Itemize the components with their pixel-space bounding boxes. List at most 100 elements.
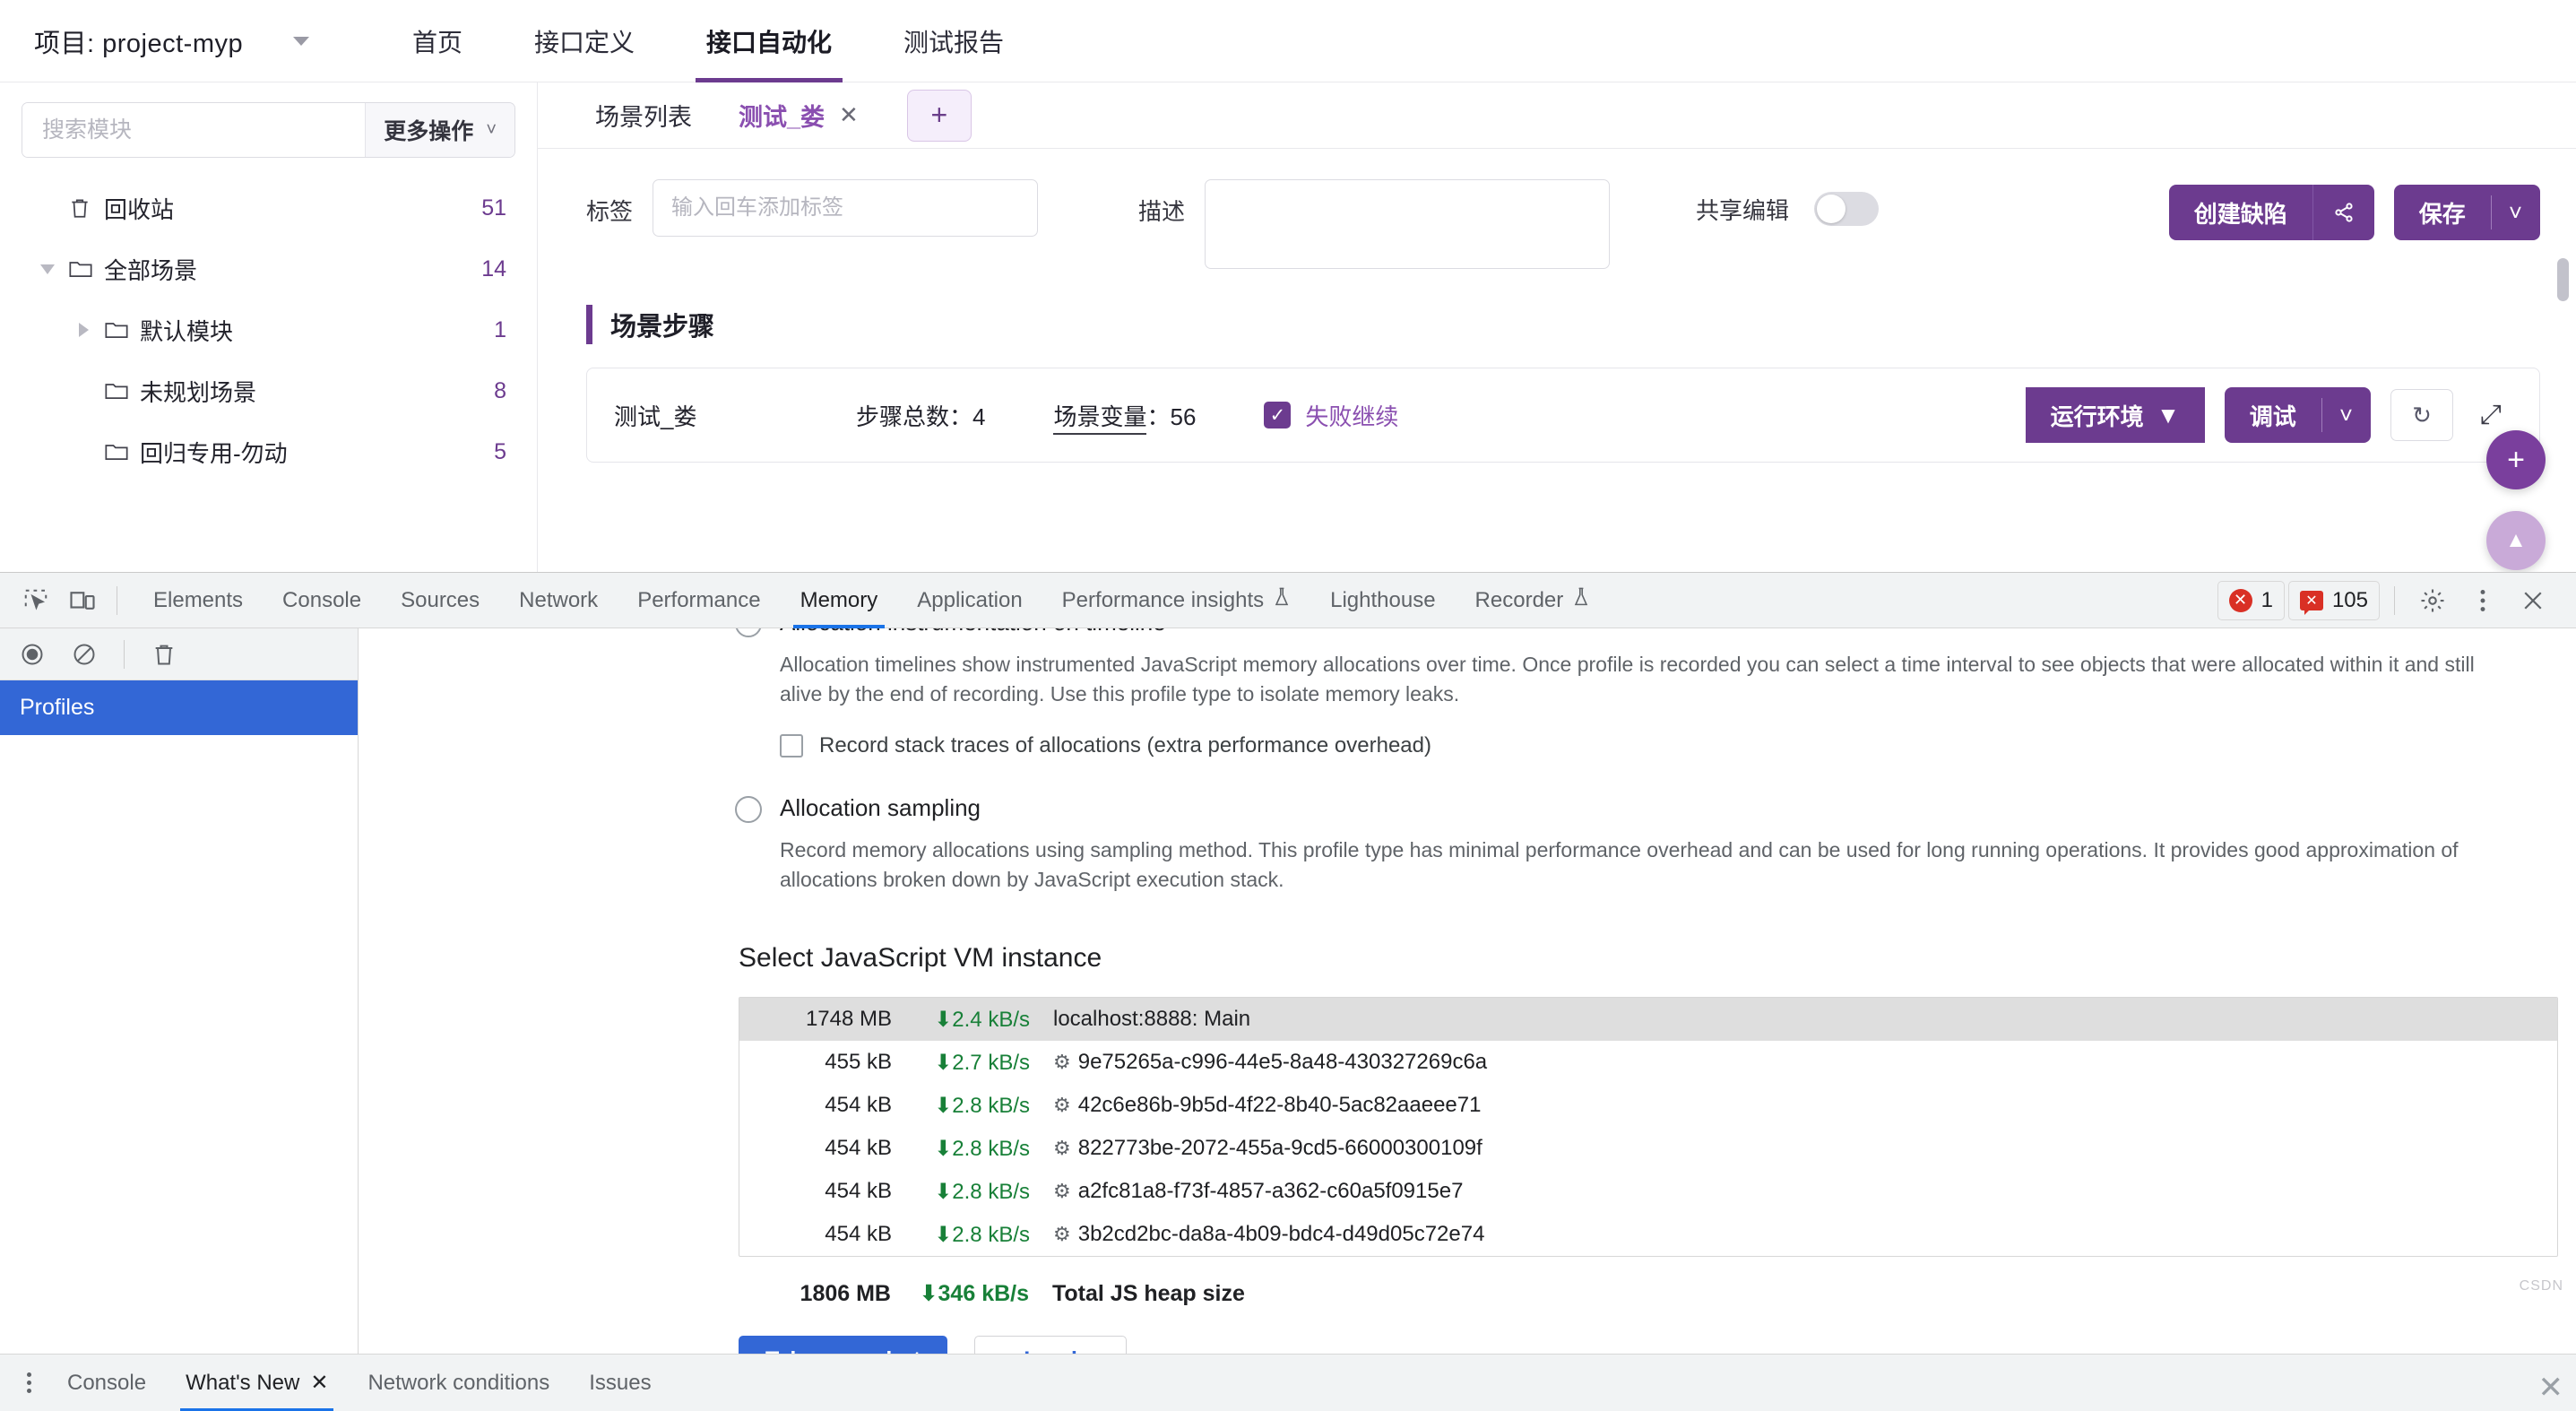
- run-environment-button[interactable]: 运行环境 ▼: [2025, 387, 2205, 443]
- device-toolbar-icon[interactable]: [59, 577, 106, 624]
- warning-count-badge[interactable]: ✕ 105: [2287, 580, 2380, 620]
- tab-console[interactable]: Console: [263, 573, 381, 628]
- more-operations-button[interactable]: 更多操作 ˅: [365, 103, 514, 157]
- nav-tab-label: 接口自动化: [706, 28, 833, 56]
- scenario-form: 标签 描述 共享编辑: [538, 149, 2576, 269]
- more-vertical-icon[interactable]: [2459, 577, 2506, 624]
- table-row[interactable]: 1748 MB ⬇2.4 kB/s localhost:8888: Main: [739, 998, 2557, 1042]
- tab-label: Sources: [401, 587, 480, 612]
- table-row[interactable]: 455 kB ⬇2.7 kB/s ⚙ 9e75265a-c996-44e5-8a4…: [739, 1041, 2557, 1084]
- nav-tab-home[interactable]: 首页: [376, 0, 498, 82]
- vm-rate: ⬇2.4 kB/s: [934, 1007, 1030, 1032]
- debug-dropdown-button[interactable]: ˅: [2321, 387, 2371, 443]
- shared-edit-toggle[interactable]: [1814, 192, 1880, 226]
- close-icon[interactable]: ✕: [310, 1370, 328, 1396]
- no-entry-icon[interactable]: [61, 631, 108, 678]
- drawer-tab-whats-new[interactable]: What's New ✕: [166, 1355, 348, 1411]
- gear-icon[interactable]: [2409, 577, 2456, 624]
- vm-name-value: 9e75265a-c996-44e5-8a48-430327269c6a: [1077, 1050, 1488, 1075]
- drawer-tab-console[interactable]: Console: [48, 1355, 166, 1411]
- tree-item-all-scenarios[interactable]: 全部场景 14: [0, 238, 537, 299]
- save-button[interactable]: 保存: [2393, 185, 2491, 240]
- description-textarea[interactable]: [1205, 179, 1611, 269]
- devtools-drawer: Console What's New ✕ Network conditions …: [0, 1354, 2576, 1411]
- error-count-badge[interactable]: ✕ 1: [2217, 580, 2285, 620]
- chevron-down-icon[interactable]: [293, 36, 310, 46]
- tab-scenario-detail[interactable]: 测试_娄 ✕: [715, 82, 882, 149]
- tab-lighthouse[interactable]: Lighthouse: [1310, 573, 1455, 628]
- table-row[interactable]: 454 kB ⬇2.8 kB/s ⚙ a2fc81a8-f73f-4857-a36…: [739, 1170, 2557, 1213]
- arrow-slot[interactable]: [63, 323, 104, 337]
- vm-rate: ⬇2.8 kB/s: [934, 1093, 1030, 1118]
- add-tab-button[interactable]: +: [906, 89, 972, 142]
- tab-recorder[interactable]: Recorder: [1456, 573, 1611, 628]
- project-name: 项目: project-myp: [34, 29, 244, 58]
- vm-size: 454 kB: [825, 1093, 892, 1118]
- load-button[interactable]: Load: [974, 1336, 1127, 1354]
- table-row[interactable]: 454 kB ⬇2.8 kB/s ⚙ 3b2cd2bc-da8a-4b09-bdc…: [739, 1213, 2557, 1256]
- table-row[interactable]: 454 kB ⬇2.8 kB/s ⚙ 42c6e86b-9b5d-4f22-8b4…: [739, 1084, 2557, 1127]
- tab-label: Performance insights: [1061, 587, 1265, 612]
- total-rate: ⬇346 kB/s: [919, 1281, 1029, 1307]
- table-row[interactable]: 454 kB ⬇2.8 kB/s ⚙ 822773be-2072-455a-9cd…: [739, 1127, 2557, 1170]
- record-icon[interactable]: [9, 631, 56, 678]
- trash-icon: [68, 195, 104, 221]
- toggle-knob: [1817, 195, 1846, 223]
- vm-size: 455 kB: [825, 1050, 892, 1075]
- add-step-fab[interactable]: +: [2486, 430, 2546, 489]
- drawer-tab-network-conditions[interactable]: Network conditions: [348, 1355, 569, 1411]
- scrollbar-thumb[interactable]: [2557, 258, 2569, 301]
- expand-icon[interactable]: ⤢: [2473, 400, 2509, 430]
- more-vertical-icon[interactable]: [11, 1372, 48, 1393]
- trash-icon[interactable]: [141, 631, 187, 678]
- scroll-to-top-fab[interactable]: ▲: [2486, 511, 2546, 570]
- refresh-icon[interactable]: ↻: [2390, 389, 2453, 441]
- tab-performance-insights[interactable]: Performance insights: [1042, 573, 1310, 628]
- tab-memory[interactable]: Memory: [781, 573, 898, 628]
- sidebar-item-profiles[interactable]: Profiles: [0, 680, 358, 735]
- tree-item-regression-only[interactable]: 回归专用-勿动 5: [0, 421, 537, 482]
- gear-icon: ⚙: [1053, 1094, 1071, 1117]
- continue-on-fail-checkbox[interactable]: ✓ 失败继续: [1264, 399, 1398, 432]
- tab-network[interactable]: Network: [499, 573, 618, 628]
- tag-input[interactable]: [653, 179, 1039, 237]
- tab-elements[interactable]: Elements: [134, 573, 263, 628]
- tab-label: Network conditions: [367, 1370, 550, 1395]
- nav-tab-api-automation[interactable]: 接口自动化: [670, 0, 868, 82]
- tree-item-unplanned-scenarios[interactable]: 未规划场景 8: [0, 360, 537, 421]
- debug-button[interactable]: 调试: [2224, 387, 2321, 443]
- tab-performance[interactable]: Performance: [618, 573, 780, 628]
- tab-label: Application: [917, 587, 1023, 612]
- search-input[interactable]: [22, 103, 366, 157]
- share-icon[interactable]: [2312, 185, 2374, 240]
- arrow-slot[interactable]: [27, 264, 68, 274]
- drawer-tab-issues[interactable]: Issues: [569, 1355, 670, 1411]
- option-allocation-sampling[interactable]: Allocation sampling: [359, 794, 2576, 823]
- tab-scenario-list[interactable]: 场景列表: [572, 82, 715, 149]
- close-icon[interactable]: [2510, 577, 2556, 624]
- tab-application[interactable]: Application: [897, 573, 1042, 628]
- inspect-element-icon[interactable]: [13, 577, 59, 624]
- scenario-step-row[interactable]: 测试_娄 步骤总数：4 场景变量：56 ✓ 失败继续 运行环境 ▼ 调试 ˅ ↻: [586, 368, 2540, 463]
- close-icon[interactable]: ✕: [839, 101, 859, 129]
- save-dropdown-button[interactable]: ˅: [2490, 185, 2540, 240]
- tab-label: Console: [282, 587, 362, 612]
- record-stack-traces-checkbox[interactable]: Record stack traces of allocations (extr…: [780, 733, 2504, 758]
- nav-tab-api-definition[interactable]: 接口定义: [498, 0, 670, 82]
- drawer-close-icon[interactable]: ✕: [2538, 1370, 2564, 1406]
- take-snapshot-button[interactable]: Take snapshot: [739, 1336, 948, 1354]
- option-allocation-timeline[interactable]: Allocation instrumentation on timeline: [359, 628, 2576, 637]
- tab-sources[interactable]: Sources: [381, 573, 499, 628]
- radio-icon[interactable]: [735, 628, 762, 637]
- project-selector[interactable]: 项目: project-myp: [0, 22, 376, 60]
- tree-item-label: 回归专用-勿动: [140, 439, 288, 467]
- vm-size: 454 kB: [825, 1222, 892, 1247]
- create-defect-button[interactable]: 创建缺陷: [2168, 185, 2312, 240]
- tree-item-default-module[interactable]: 默认模块 1: [0, 299, 537, 360]
- scenario-variable-label[interactable]: 场景变量: [1053, 403, 1147, 435]
- nav-tab-test-report[interactable]: 测试报告: [868, 0, 1040, 82]
- radio-icon[interactable]: [735, 795, 762, 823]
- tree-item-recycle-bin[interactable]: 回收站 51: [0, 177, 537, 238]
- folder-icon: [68, 258, 104, 280]
- checkbox-icon[interactable]: [780, 733, 803, 757]
